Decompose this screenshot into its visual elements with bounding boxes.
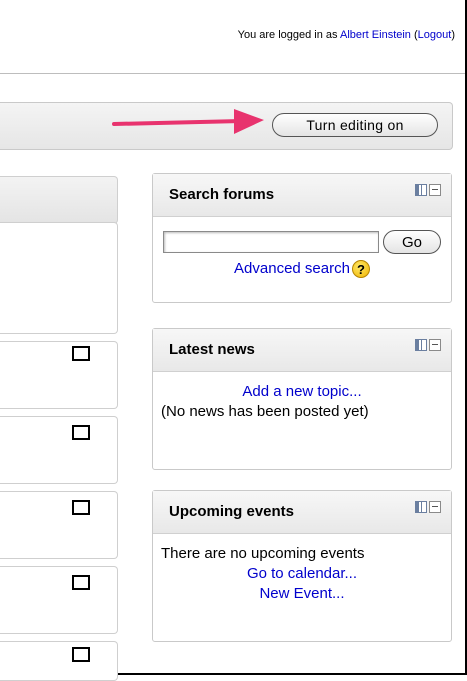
no-events-text: There are no upcoming events — [161, 545, 365, 562]
new-event-row: New Event... — [161, 584, 443, 604]
dock-icon[interactable] — [415, 339, 427, 351]
new-event-link[interactable]: New Event... — [259, 585, 344, 602]
section-checkbox[interactable] — [72, 500, 90, 515]
section-checkbox[interactable] — [72, 346, 90, 361]
upcoming-events-block: Upcoming events There are no upcoming ev… — [152, 490, 452, 642]
arrow-indicator — [112, 109, 264, 134]
section-checkbox[interactable] — [72, 647, 90, 662]
block-title: Latest news — [169, 341, 255, 358]
block-controls — [415, 184, 441, 196]
logout-link[interactable]: Logout — [418, 29, 452, 41]
news-content: Add a new topic... (No news has been pos… — [153, 372, 451, 422]
course-section-header — [0, 176, 118, 224]
no-news-text: (No news has been posted yet) — [161, 403, 369, 420]
events-content: There are no upcoming events Go to calen… — [153, 534, 451, 604]
course-section-3 — [0, 491, 118, 559]
go-to-calendar-link[interactable]: Go to calendar... — [247, 565, 357, 582]
user-link[interactable]: Albert Einstein — [340, 29, 411, 41]
turn-editing-on-button[interactable]: Turn editing on — [272, 113, 438, 137]
block-controls — [415, 501, 441, 513]
course-section-4 — [0, 566, 118, 634]
search-input[interactable] — [163, 231, 379, 253]
dock-icon[interactable] — [415, 501, 427, 513]
advanced-search-row: Advanced search? — [153, 259, 451, 279]
section-checkbox[interactable] — [72, 575, 90, 590]
login-info: You are logged in as Albert Einstein (Lo… — [238, 29, 455, 41]
login-prefix: You are logged in as — [237, 29, 338, 41]
course-section-summary — [0, 222, 118, 334]
hide-icon[interactable] — [429, 339, 441, 351]
hide-icon[interactable] — [429, 501, 441, 513]
course-section-1 — [0, 341, 118, 409]
course-section-2 — [0, 416, 118, 484]
add-topic-link[interactable]: Add a new topic... — [242, 383, 361, 400]
section-checkbox[interactable] — [72, 425, 90, 440]
advanced-search-link[interactable]: Advanced search — [234, 260, 350, 277]
calendar-link-row: Go to calendar... — [161, 564, 443, 584]
course-section-5 — [0, 641, 118, 681]
block-header: Search forums — [153, 174, 451, 217]
go-button[interactable]: Go — [383, 230, 441, 254]
latest-news-block: Latest news Add a new topic... (No news … — [152, 328, 452, 470]
block-header: Upcoming events — [153, 491, 451, 534]
dock-icon[interactable] — [415, 184, 427, 196]
search-forums-block: Search forums Go Advanced search? — [152, 173, 452, 303]
help-icon[interactable]: ? — [351, 260, 370, 279]
block-controls — [415, 339, 441, 351]
hide-icon[interactable] — [429, 184, 441, 196]
logout-close-paren: ) — [451, 29, 455, 41]
block-title: Search forums — [169, 186, 275, 203]
add-topic-row: Add a new topic... — [161, 382, 443, 402]
block-header: Latest news — [153, 329, 451, 372]
header-divider — [0, 73, 465, 74]
block-title: Upcoming events — [169, 503, 295, 520]
